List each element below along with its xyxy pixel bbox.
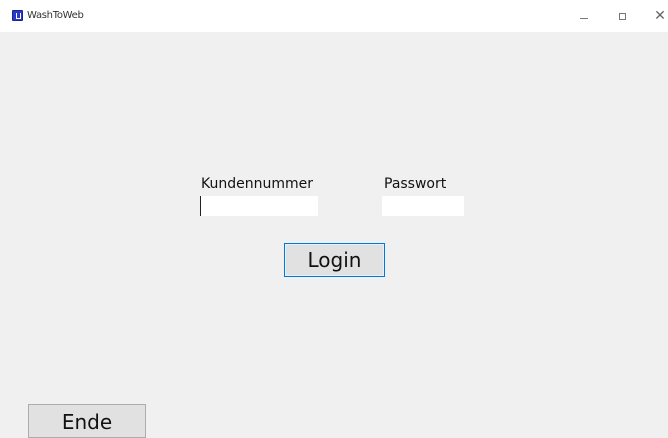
minimize-icon xyxy=(580,17,588,19)
password-input[interactable] xyxy=(382,196,464,216)
app-icon xyxy=(12,10,23,21)
password-label: Passwort xyxy=(384,176,447,192)
maximize-icon xyxy=(618,12,626,20)
customer-number-label: Kundennummer xyxy=(201,176,313,192)
login-button[interactable]: Login xyxy=(284,243,385,277)
exit-button[interactable]: Ende xyxy=(28,404,146,438)
maximize-button[interactable] xyxy=(604,0,640,32)
minimize-button[interactable] xyxy=(566,0,602,32)
close-button[interactable]: ✕ xyxy=(642,0,668,32)
close-icon: ✕ xyxy=(654,8,666,24)
title-bar[interactable]: WashToWeb ✕ xyxy=(0,0,668,32)
window-title: WashToWeb xyxy=(27,10,84,21)
customer-number-input[interactable] xyxy=(200,196,318,216)
